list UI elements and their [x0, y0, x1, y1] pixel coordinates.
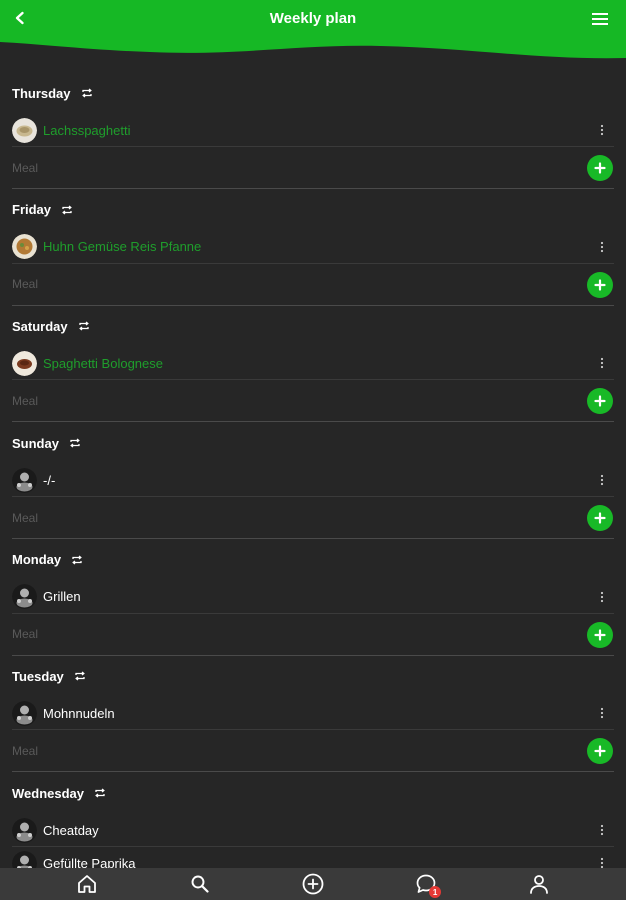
meal-name: -/- — [43, 472, 56, 488]
day-section: Monday Grillen — [12, 537, 614, 656]
weekly-plan-list: Thursday Lachsspaghetti Friday Huhn Gemüse … — [12, 70, 614, 887]
meal-name: Mohnnudeln — [43, 705, 115, 721]
meal-name: Cheatday — [43, 822, 99, 838]
add-meal-row — [12, 380, 614, 423]
search-icon — [191, 875, 209, 893]
meal-row[interactable]: Spaghetti Bolognese — [12, 347, 614, 381]
more-options-icon[interactable] — [600, 356, 604, 375]
meal-input[interactable] — [12, 277, 532, 292]
notification-badge: 1 — [429, 886, 442, 898]
meal-row[interactable]: Mohnnudeln — [12, 697, 614, 731]
day-name: Wednesday — [12, 785, 85, 801]
meal-thumbnail — [12, 817, 37, 843]
day-name: Thursday — [12, 85, 71, 101]
add-meal-button[interactable] — [587, 271, 613, 298]
nav-chat[interactable]: 1 — [412, 870, 442, 898]
meal-name: Grillen — [43, 589, 81, 605]
meal-row[interactable]: Lachsspaghetti — [12, 114, 614, 147]
plus-icon — [594, 745, 606, 758]
day-header: Saturday — [12, 303, 614, 347]
meal-thumbnail — [12, 467, 37, 493]
meal-thumbnail — [12, 117, 37, 143]
repeat-icon[interactable] — [78, 321, 90, 331]
repeat-icon[interactable] — [61, 205, 73, 215]
add-meal-row — [12, 497, 614, 540]
home-icon — [77, 875, 96, 893]
day-section: Sunday -/- — [12, 420, 614, 540]
plus-icon — [594, 395, 606, 407]
day-header: Thursday — [12, 70, 614, 114]
plus-icon — [594, 512, 606, 524]
add-meal-button[interactable] — [587, 388, 613, 415]
meal-name[interactable]: Spaghetti Bolognese — [43, 356, 163, 371]
day-header: Sunday — [12, 420, 614, 464]
meal-thumbnail — [12, 584, 37, 610]
day-header: Wednesday — [12, 770, 614, 814]
day-name: Saturday — [12, 318, 68, 334]
add-meal-row — [12, 264, 614, 306]
add-meal-row — [12, 147, 614, 189]
nav-home[interactable] — [73, 870, 101, 898]
meal-input[interactable] — [12, 393, 532, 408]
repeat-icon[interactable] — [71, 555, 83, 565]
menu-button[interactable] — [588, 8, 612, 30]
profile-icon — [530, 875, 549, 894]
meal-thumbnail — [12, 350, 37, 376]
repeat-icon[interactable] — [94, 788, 106, 798]
more-options-icon[interactable] — [600, 706, 604, 725]
meal-name[interactable]: Lachsspaghetti — [43, 123, 130, 138]
add-meal-button[interactable] — [587, 621, 613, 648]
day-section: Tuesday Mohnnudeln — [12, 653, 614, 773]
day-name: Tuesday — [12, 668, 64, 684]
meal-input[interactable] — [12, 627, 532, 642]
day-name: Friday — [12, 202, 52, 218]
more-options-icon[interactable] — [600, 590, 604, 609]
add-meal-button[interactable] — [587, 155, 613, 181]
repeat-icon[interactable] — [74, 671, 86, 681]
meal-row[interactable]: Grillen — [12, 581, 614, 614]
add-meal-row — [12, 730, 614, 773]
page-title: Weekly plan — [269, 10, 357, 27]
plus-icon — [594, 629, 606, 641]
plus-icon — [594, 279, 606, 291]
day-name: Sunday — [12, 435, 59, 451]
more-options-icon[interactable] — [600, 123, 604, 142]
add-circle-icon — [302, 873, 324, 895]
repeat-icon[interactable] — [81, 88, 93, 98]
more-options-icon[interactable] — [600, 823, 604, 842]
nav-profile[interactable] — [525, 870, 553, 898]
hamburger-menu-icon — [592, 13, 608, 25]
nav-add[interactable] — [299, 870, 327, 898]
repeat-icon[interactable] — [69, 438, 81, 448]
more-options-icon[interactable] — [600, 473, 604, 492]
meal-input[interactable] — [12, 160, 532, 175]
meal-row[interactable]: -/- — [12, 464, 614, 498]
day-name: Monday — [12, 552, 62, 568]
meal-input[interactable] — [12, 510, 532, 525]
app-header: Weekly plan — [0, 0, 626, 62]
bottom-navigation: 1 — [0, 868, 626, 900]
day-section: Saturday Spaghetti Bolognese — [12, 303, 614, 423]
plus-icon — [594, 162, 606, 174]
day-header: Monday — [12, 537, 614, 581]
meal-input[interactable] — [12, 743, 532, 758]
day-header: Friday — [12, 187, 614, 231]
meal-thumbnail — [12, 700, 37, 726]
add-meal-row — [12, 614, 614, 656]
add-meal-button[interactable] — [587, 738, 613, 765]
meal-row[interactable]: Huhn Gemüse Reis Pfanne — [12, 231, 614, 264]
add-meal-button[interactable] — [587, 505, 613, 532]
day-section: Thursday Lachsspaghetti — [12, 70, 614, 189]
meal-thumbnail — [12, 234, 37, 260]
meal-name[interactable]: Huhn Gemüse Reis Pfanne — [43, 239, 201, 254]
nav-search[interactable] — [186, 870, 214, 898]
day-header: Tuesday — [12, 653, 614, 697]
meal-row[interactable]: Cheatday — [12, 814, 614, 848]
day-section: Friday Huhn Gemüse Reis Pfanne — [12, 187, 614, 306]
more-options-icon[interactable] — [600, 240, 604, 259]
